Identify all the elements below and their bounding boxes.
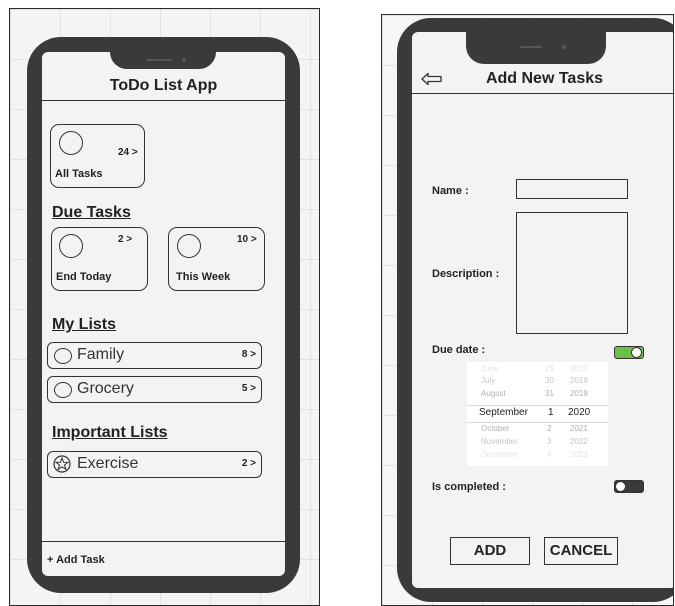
page-title: Add New Tasks <box>485 70 604 87</box>
picker-row: August 31 2019 <box>481 389 588 398</box>
list-item-family[interactable]: Family 8 > <box>47 342 262 369</box>
left-wireframe-panel: ToDo List App 24 > All Tasks Due Tasks 2… <box>9 8 320 606</box>
name-input[interactable] <box>516 179 628 199</box>
right-phone-screen: Add New Tasks Name : Description : Due d… <box>412 32 673 588</box>
cancel-button[interactable]: CANCEL <box>544 537 618 565</box>
due-date-picker[interactable]: June 29 2017 July 30 2018 August 31 2019… <box>467 362 608 466</box>
important-lists-heading: Important Lists <box>52 424 168 441</box>
add-task-title-bar: Add New Tasks <box>412 65 673 94</box>
picker-row: December 4 2023 <box>481 450 588 459</box>
list-item-count: 2 > <box>241 458 256 469</box>
add-button[interactable]: ADD <box>450 537 530 565</box>
list-item-exercise[interactable]: Exercise 2 > <box>47 451 262 478</box>
due-date-label: Due date : <box>432 344 486 356</box>
list-item-label: Exercise <box>77 455 139 472</box>
all-tasks-card[interactable]: 24 > All Tasks <box>50 124 145 188</box>
phone-notch <box>110 52 216 69</box>
right-phone-frame: Add New Tasks Name : Description : Due d… <box>397 18 673 602</box>
description-label: Description : <box>432 268 500 280</box>
end-today-card[interactable]: 2 > End Today <box>51 227 148 291</box>
circle-icon <box>54 382 72 398</box>
right-wireframe-panel: Add New Tasks Name : Description : Due d… <box>381 14 674 606</box>
app-title: ToDo List App <box>109 77 218 94</box>
all-tasks-label: All Tasks <box>55 168 103 180</box>
due-tasks-heading: Due Tasks <box>52 204 131 221</box>
bottom-divider <box>42 541 285 542</box>
picker-row: October 2 2021 <box>481 424 588 433</box>
phone-notch <box>466 32 606 64</box>
arrow-left-icon[interactable] <box>421 72 443 86</box>
end-today-label: End Today <box>56 271 112 283</box>
is-completed-toggle[interactable] <box>614 480 644 493</box>
add-task-button[interactable]: + Add Task <box>47 554 105 566</box>
list-item-label: Grocery <box>77 380 134 397</box>
picker-row: June 29 2017 <box>481 364 588 373</box>
circle-icon <box>59 131 83 155</box>
circle-icon <box>59 234 83 258</box>
list-item-grocery[interactable]: Grocery 5 > <box>47 376 262 403</box>
list-item-count: 5 > <box>241 383 256 394</box>
is-completed-label: Is completed : <box>432 481 506 493</box>
end-today-count: 2 > <box>118 234 133 245</box>
name-label: Name : <box>432 185 469 197</box>
description-textarea[interactable] <box>516 212 628 334</box>
circle-icon <box>177 234 201 258</box>
circle-icon <box>54 348 72 364</box>
app-title-bar: ToDo List App <box>42 72 285 101</box>
all-tasks-count: 24 > <box>118 147 138 158</box>
this-week-label: This Week <box>176 271 231 283</box>
my-lists-heading: My Lists <box>52 316 117 333</box>
star-icon <box>53 455 71 473</box>
picker-row: November 3 2022 <box>481 437 588 446</box>
picker-selected-row: September 1 2020 <box>479 407 591 418</box>
picker-row: July 30 2018 <box>481 376 588 385</box>
left-phone-frame: ToDo List App 24 > All Tasks Due Tasks 2… <box>27 37 300 593</box>
due-date-toggle[interactable] <box>614 346 644 359</box>
this-week-count: 10 > <box>237 234 257 245</box>
left-phone-screen: ToDo List App 24 > All Tasks Due Tasks 2… <box>42 52 285 576</box>
list-item-label: Family <box>77 346 125 363</box>
list-item-count: 8 > <box>241 349 256 360</box>
this-week-card[interactable]: 10 > This Week <box>168 227 265 291</box>
